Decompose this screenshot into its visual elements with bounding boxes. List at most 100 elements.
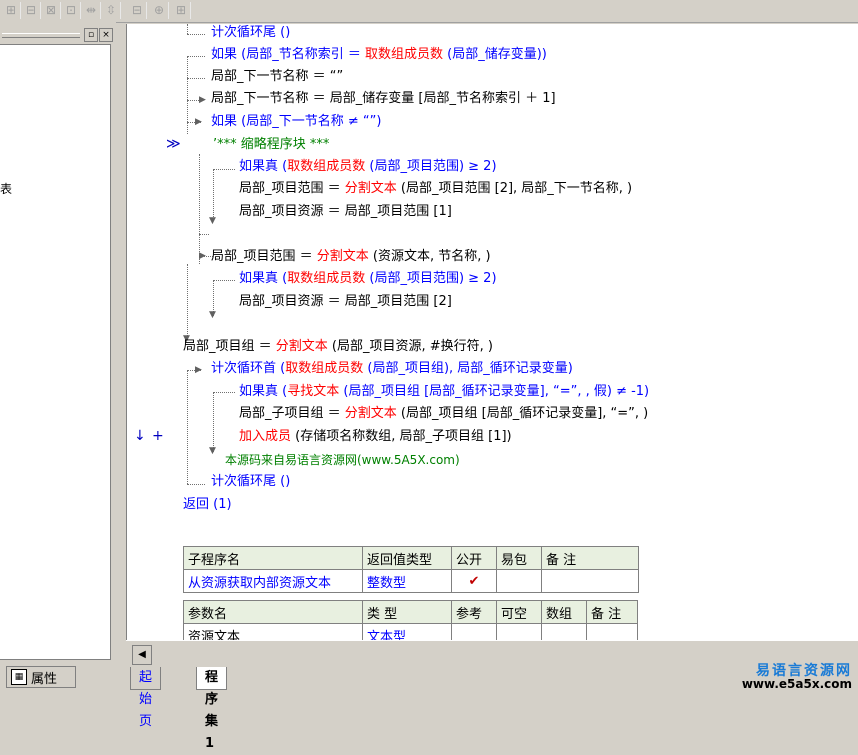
- param-array-cell[interactable]: [541, 623, 587, 640]
- code-function: 加入成员: [239, 429, 292, 444]
- flow-line: [213, 392, 214, 452]
- code-line[interactable]: 局部_项目范围 ＝ 分割文本 (局部_项目范围 [2], 局部_下一节名称, ): [239, 180, 632, 198]
- flow-arrow: ▶: [195, 117, 202, 127]
- code-assign: 局部_项目范围 ＝: [211, 249, 317, 264]
- code-line[interactable]: 如果 (局部_下一节名称 ≠ “”): [211, 113, 381, 131]
- code-args: (局部_项目组 [局部_循环记录变量], “=”, ): [396, 406, 649, 421]
- code-line[interactable]: 局部_子项目组 ＝ 分割文本 (局部_项目组 [局部_循环记录变量], “=”,…: [239, 405, 648, 423]
- param-header-note: 备 注: [586, 600, 638, 624]
- code-keyword: 计次循环首 (: [211, 361, 286, 376]
- code-function: 取数组成员数: [364, 47, 443, 62]
- code-args: (局部_项目组 [局部_循环记录变量], “=”, , 假) ≠ -1): [339, 384, 650, 399]
- code-args: (局部_储存变量)): [443, 47, 547, 62]
- code-line[interactable]: 局部_项目组 ＝ 分割文本 (局部_项目资源, #换行符, ): [183, 338, 493, 356]
- toolbar-button-9[interactable]: ⊞: [172, 2, 191, 19]
- flow-line: [199, 154, 200, 264]
- tab-start-page[interactable]: 起始页: [130, 667, 162, 729]
- code-comment[interactable]: ’*** 缩略程序块 ***: [213, 136, 329, 154]
- toolbar-button-3[interactable]: ⊠: [42, 2, 61, 19]
- properties-tab[interactable]: ▦ 属性: [6, 666, 76, 688]
- left-panel-tree[interactable]: 表: [0, 44, 111, 660]
- breakpoint-marker-icon[interactable]: ≫: [166, 136, 181, 152]
- code-line[interactable]: 如果真 (取数组成员数 (局部_项目范围) ≥ 2): [239, 270, 497, 288]
- code-args: (局部_项目组), 局部_循环记录变量): [363, 361, 573, 376]
- flow-arrow: ▼: [209, 216, 216, 226]
- toolbar-button-6[interactable]: ⇳: [102, 2, 121, 19]
- tree-item-fragment[interactable]: 表: [0, 180, 12, 197]
- param-header-nullable: 可空: [496, 600, 542, 624]
- code-assign: 局部_项目范围 ＝: [239, 181, 345, 196]
- code-function: 分割文本: [275, 339, 328, 354]
- flow-line: [187, 78, 205, 79]
- flow-line: [187, 34, 205, 35]
- code-line[interactable]: 局部_项目范围 ＝ 分割文本 (资源文本, 节名称, ): [211, 248, 491, 266]
- code-args: (局部_项目范围) ≥ 2): [365, 271, 497, 286]
- code-line[interactable]: 返回 (1): [183, 496, 232, 514]
- code-line[interactable]: 计次循环尾 (): [211, 24, 290, 42]
- code-function: 分割文本: [316, 249, 369, 264]
- code-line[interactable]: 计次循环尾 (): [211, 473, 290, 491]
- watermark-url: www.e5a5x.com: [741, 677, 852, 691]
- param-header-ref: 参考: [451, 600, 497, 624]
- param-header-type: 类 型: [362, 600, 452, 624]
- flow-arrow: ▼: [209, 310, 216, 320]
- code-keyword: 如果真 (: [239, 271, 288, 286]
- flow-line: [187, 264, 188, 340]
- param-note-cell[interactable]: [586, 623, 638, 640]
- toolbar-button-1[interactable]: ⊞: [2, 2, 21, 19]
- code-line[interactable]: 如果 (局部_节名称索引 ＝ 取数组成员数 (局部_储存变量)): [211, 46, 547, 64]
- param-ref-cell[interactable]: [451, 623, 497, 640]
- param-header-array: 数组: [541, 600, 587, 624]
- toolbar: ⊞ ⊟ ⊠ ⊡ ⇹ ⇳ ⊟ ⊕ ⊞: [0, 0, 858, 23]
- code-line-current[interactable]: 加入成员 (存储项名称数组, 局部_子项目组 [1]): [239, 428, 512, 446]
- flow-arrow: ▶: [199, 251, 206, 261]
- code-line[interactable]: 局部_下一节名称 ＝ 局部_储存变量 [局部_节名称索引 ＋ 1]: [211, 90, 556, 108]
- flow-line: [213, 169, 214, 221]
- properties-tab-label: 属性: [31, 671, 58, 687]
- flow-line: [213, 280, 235, 281]
- code-args: (资源文本, 节名称, ): [368, 249, 491, 264]
- code-function: 寻找文本: [287, 384, 340, 399]
- code-line[interactable]: 计次循环首 (取数组成员数 (局部_项目组), 局部_循环记录变量): [211, 360, 573, 378]
- code-editor[interactable]: ▶ ▶ ▼ ▶ ▼ ▼ ▶ ▼ 计次循环尾 () 如果 (局部_节名称索引 ＝ …: [126, 24, 858, 640]
- code-line[interactable]: 如果真 (寻找文本 (局部_项目组 [局部_循环记录变量], “=”, , 假)…: [239, 383, 649, 401]
- code-args: (局部_项目资源, #换行符, ): [327, 339, 493, 354]
- check-icon[interactable]: ✔: [451, 569, 497, 593]
- sub-name-cell[interactable]: 从资源获取内部资源文本: [183, 569, 363, 593]
- toolbar-button-5[interactable]: ⇹: [82, 2, 101, 19]
- flow-line: [187, 370, 188, 484]
- code-args: (局部_项目范围) ≥ 2): [365, 159, 497, 174]
- arrow-down-icon[interactable]: ↓: [134, 428, 146, 444]
- code-comment[interactable]: 本源码来自易语言资源网(www.5A5X.com): [225, 451, 460, 469]
- left-panel-header: ▫ ×: [0, 26, 116, 42]
- pin-icon[interactable]: ▫: [84, 28, 98, 42]
- horizontal-scrollbar[interactable]: ◀: [126, 640, 858, 665]
- code-line[interactable]: 如果真 (取数组成员数 (局部_项目范围) ≥ 2): [239, 158, 497, 176]
- toolbar-button-8[interactable]: ⊕: [150, 2, 169, 19]
- code-line[interactable]: 局部_下一节名称 ＝ “”: [211, 68, 343, 86]
- code-assign: 局部_子项目组 ＝: [239, 406, 345, 421]
- subroutine-table: 子程序名 返回值类型 公开 易包 备 注 从资源获取内部资源文本 整数型 ✔: [183, 546, 639, 593]
- sub-note-cell[interactable]: [541, 569, 639, 593]
- sub-header-note: 备 注: [541, 546, 639, 570]
- param-name-cell[interactable]: 资源文本: [183, 623, 363, 640]
- properties-icon: ▦: [11, 669, 27, 685]
- plus-icon[interactable]: +: [152, 428, 164, 444]
- param-nullable-cell[interactable]: [496, 623, 542, 640]
- code-assign: 局部_项目组 ＝: [183, 339, 276, 354]
- toolbar-button-7[interactable]: ⊟: [128, 2, 147, 19]
- toolbar-button-4[interactable]: ⊡: [62, 2, 81, 19]
- grip-line: [2, 33, 80, 38]
- scroll-left-icon[interactable]: ◀: [132, 645, 152, 665]
- toolbar-button-2[interactable]: ⊟: [22, 2, 41, 19]
- code-line[interactable]: 局部_项目资源 ＝ 局部_项目范围 [1]: [239, 203, 452, 221]
- tab-program-set[interactable]: 程序集1: [196, 667, 228, 751]
- param-type-cell[interactable]: 文本型: [362, 623, 452, 640]
- sub-package-cell[interactable]: [496, 569, 542, 593]
- flow-arrow: ▼: [209, 446, 216, 456]
- sub-header-return: 返回值类型: [362, 546, 452, 570]
- sub-return-cell[interactable]: 整数型: [362, 569, 452, 593]
- code-line[interactable]: 局部_项目资源 ＝ 局部_项目范围 [2]: [239, 293, 452, 311]
- code-keyword: 如果真 (: [239, 159, 288, 174]
- close-icon[interactable]: ×: [99, 28, 113, 42]
